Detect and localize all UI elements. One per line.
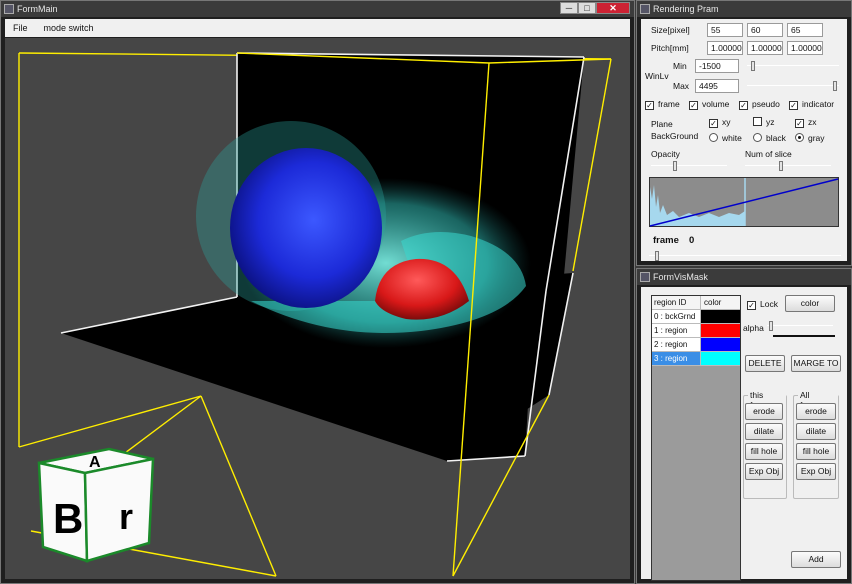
bg-white-radio[interactable]: white [709, 133, 742, 143]
alpha-indicator [773, 335, 835, 337]
max-field[interactable]: 4495 [695, 79, 739, 93]
render-viewport[interactable]: A B r [5, 38, 630, 579]
size-x-field[interactable]: 55 [707, 23, 743, 37]
opacity-slider[interactable] [651, 161, 727, 171]
opacity-label: Opacity [651, 149, 680, 159]
cube-top-letter: A [89, 454, 101, 471]
frame-value: 0 [689, 235, 695, 246]
volume-render-scene: A B r [18, 52, 612, 577]
region-list-header: region ID color [652, 296, 740, 310]
menu-mode-switch[interactable]: mode switch [36, 23, 102, 33]
alpha-slider[interactable] [767, 321, 833, 331]
plane-zx-checkbox[interactable]: ✓ zx [795, 117, 817, 128]
region-2-blue-sphere [230, 148, 382, 308]
max-label: Max [673, 81, 690, 91]
all-frames-dilate-button[interactable]: dilate [796, 423, 836, 440]
menu-file[interactable]: File [5, 23, 36, 33]
min-label: Min [673, 61, 687, 71]
pitch-y-field[interactable]: 1.00000 [747, 41, 783, 55]
color-button[interactable]: color [785, 295, 835, 312]
bg-gray-radio[interactable]: gray [795, 133, 825, 143]
pitch-label: Pitch[mm] [651, 43, 689, 53]
vismask-window: FormVisMask region ID color 0 : bckGrnd … [636, 268, 852, 584]
rendering-window: Rendering Pram Size[pixel] 55 60 65 Pitc… [636, 0, 852, 266]
region-list[interactable]: region ID color 0 : bckGrnd 1 : region 2… [651, 295, 741, 581]
rendering-panel: Size[pixel] 55 60 65 Pitch[mm] 1.00000 1… [641, 19, 847, 261]
min-field[interactable]: -1500 [695, 59, 739, 73]
rendering-window-title: Rendering Pram [653, 4, 719, 14]
pitch-z-field[interactable]: 1.00000 [787, 41, 823, 55]
frame-label: frame [653, 235, 679, 246]
num-slice-label: Num of slice [745, 149, 792, 159]
size-label: Size[pixel] [651, 25, 690, 35]
app-icon [640, 4, 650, 14]
size-z-field[interactable]: 65 [787, 23, 823, 37]
orientation-cube[interactable]: A B r [37, 447, 155, 563]
winlv-label: WinLv [645, 71, 669, 81]
all-frames-exp-obj-button[interactable]: Exp Obj [796, 463, 836, 480]
vismask-window-title: FormVisMask [653, 272, 708, 282]
size-y-field[interactable]: 60 [747, 23, 783, 37]
plane-yz-checkbox[interactable]: yz [753, 117, 775, 127]
minimize-icon[interactable]: ─ [560, 2, 578, 14]
rendering-titlebar[interactable]: Rendering Pram [637, 1, 851, 17]
main-titlebar[interactable]: FormMain ─ □ ✕ [1, 1, 634, 17]
alpha-label: alpha [743, 323, 764, 333]
region-row-0[interactable]: 0 : bckGrnd [652, 310, 740, 324]
frame-slider[interactable] [649, 251, 841, 261]
close-icon[interactable]: ✕ [596, 2, 630, 14]
region-row-2[interactable]: 2 : region [652, 338, 740, 352]
region-row-1[interactable]: 1 : region [652, 324, 740, 338]
vismask-titlebar[interactable]: FormVisMask [637, 269, 851, 285]
vismask-panel: region ID color 0 : bckGrnd 1 : region 2… [641, 287, 847, 581]
this-frame-dilate-button[interactable]: dilate [745, 423, 783, 440]
background-label: BackGround [651, 131, 699, 141]
lock-checkbox[interactable]: ✓ Lock [747, 299, 778, 310]
menu-bar: File mode switch [5, 19, 630, 37]
cube-front-letter: B [53, 495, 83, 542]
main-window-title: FormMain [17, 4, 58, 14]
frame-checkbox[interactable]: ✓ frame [645, 99, 680, 110]
delete-button[interactable]: DELETE [745, 355, 785, 372]
volume-checkbox[interactable]: ✓ volume [689, 99, 729, 110]
maximize-icon[interactable]: □ [578, 2, 596, 14]
region-row-3[interactable]: 3 : region [652, 352, 740, 366]
main-window: FormMain ─ □ ✕ File mode switch A B r [0, 0, 635, 584]
app-icon [4, 4, 14, 14]
plane-label: Plane [651, 119, 673, 129]
plane-xy-checkbox[interactable]: ✓ xy [709, 117, 731, 128]
all-frames-erode-button[interactable]: erode [796, 403, 836, 420]
this-frame-exp-obj-button[interactable]: Exp Obj [745, 463, 783, 480]
this-frame-erode-button[interactable]: erode [745, 403, 783, 420]
app-icon [640, 272, 650, 282]
num-slice-slider[interactable] [745, 161, 831, 171]
cube-side-letter: r [119, 496, 133, 537]
transfer-function-histogram[interactable] [649, 177, 839, 227]
pitch-x-field[interactable]: 1.00000 [707, 41, 743, 55]
add-button[interactable]: Add [791, 551, 841, 568]
all-frames-fill-hole-button[interactable]: fill hole [796, 443, 836, 460]
min-slider[interactable] [747, 61, 839, 71]
max-slider[interactable] [747, 81, 839, 91]
indicator-checkbox[interactable]: ✓ indicator [789, 99, 834, 110]
column-region-id[interactable]: region ID [652, 296, 701, 309]
bg-black-radio[interactable]: black [753, 133, 786, 143]
column-color[interactable]: color [701, 296, 740, 309]
marge-to-button[interactable]: MARGE TO [791, 355, 841, 372]
pseudo-checkbox[interactable]: ✓ pseudo [739, 99, 780, 110]
this-frame-fill-hole-button[interactable]: fill hole [745, 443, 783, 460]
